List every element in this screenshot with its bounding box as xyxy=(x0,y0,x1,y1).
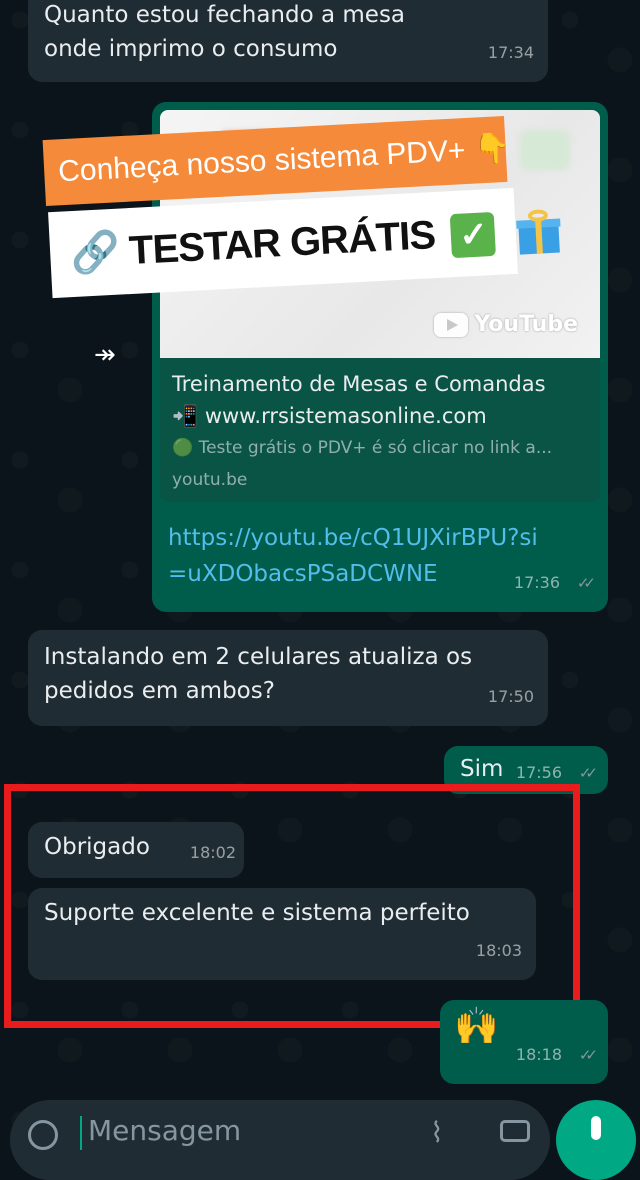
forward-icon[interactable]: ↠ xyxy=(94,340,116,370)
message-outgoing-emoji[interactable]: 🙌 18:18 ✓✓ xyxy=(440,1000,608,1084)
text-cursor xyxy=(80,1116,82,1150)
youtube-label: YouTube xyxy=(474,312,578,337)
link-preview-card[interactable]: Treinamento de Mesas e Comandas 📲 www.rr… xyxy=(160,358,600,502)
message-incoming[interactable]: Instalando em 2 celulares atualiza os pe… xyxy=(28,630,548,726)
message-link[interactable]: https://youtu.be/cQ1UJXirBPU?si =uXDObac… xyxy=(168,520,538,592)
message-time: 18:18 xyxy=(515,1045,562,1064)
message-text: Instalando em 2 celulares atualiza os xyxy=(44,644,473,670)
read-ticks-icon: ✓✓ xyxy=(578,1046,598,1064)
link-line: https://youtu.be/cQ1UJXirBPU?si xyxy=(168,525,538,551)
message-time: 17:36 xyxy=(513,573,560,592)
message-text: pedidos em ambos? xyxy=(44,678,275,704)
check-icon: ✓ xyxy=(450,212,497,259)
message-incoming[interactable]: Quanto estou fechando a mesa onde imprim… xyxy=(28,0,548,82)
message-input[interactable]: Mensagem xyxy=(88,1114,241,1147)
preview-description: 🟢 Teste grátis o PDV+ é só clicar no lin… xyxy=(172,438,553,458)
message-text: Sim xyxy=(460,756,504,782)
preview-title: Treinamento de Mesas e Comandas xyxy=(172,372,546,396)
message-time: 17:50 xyxy=(487,687,534,706)
emoji-icon[interactable] xyxy=(28,1120,58,1150)
read-ticks-icon: ✓✓ xyxy=(576,574,596,592)
message-text: Quanto estou fechando a mesa xyxy=(44,2,406,28)
gift-icon xyxy=(516,209,562,256)
preview-site: 📲 www.rrsistemasonline.com xyxy=(172,404,487,428)
link-line: =uXDObacsPSaDCWNE xyxy=(168,561,438,587)
message-time: 17:34 xyxy=(487,43,534,62)
cta-text: 🔗 TESTAR GRÁTIS xyxy=(69,213,437,277)
highlight-frame xyxy=(4,784,580,1028)
camera-icon[interactable] xyxy=(500,1120,530,1142)
message-text: onde imprimo o consumo xyxy=(44,36,338,62)
play-icon xyxy=(434,313,469,337)
mic-button[interactable] xyxy=(556,1100,636,1180)
preview-domain: youtu.be xyxy=(172,470,248,490)
youtube-logo: YouTube xyxy=(434,308,578,342)
attach-icon[interactable]: ⌇ xyxy=(430,1116,444,1149)
read-ticks-icon: ✓✓ xyxy=(578,764,598,782)
mic-icon xyxy=(591,1116,601,1140)
message-composer[interactable]: Mensagem ⌇ xyxy=(10,1100,550,1180)
raised-hands-emoji: 🙌 xyxy=(454,1006,499,1047)
